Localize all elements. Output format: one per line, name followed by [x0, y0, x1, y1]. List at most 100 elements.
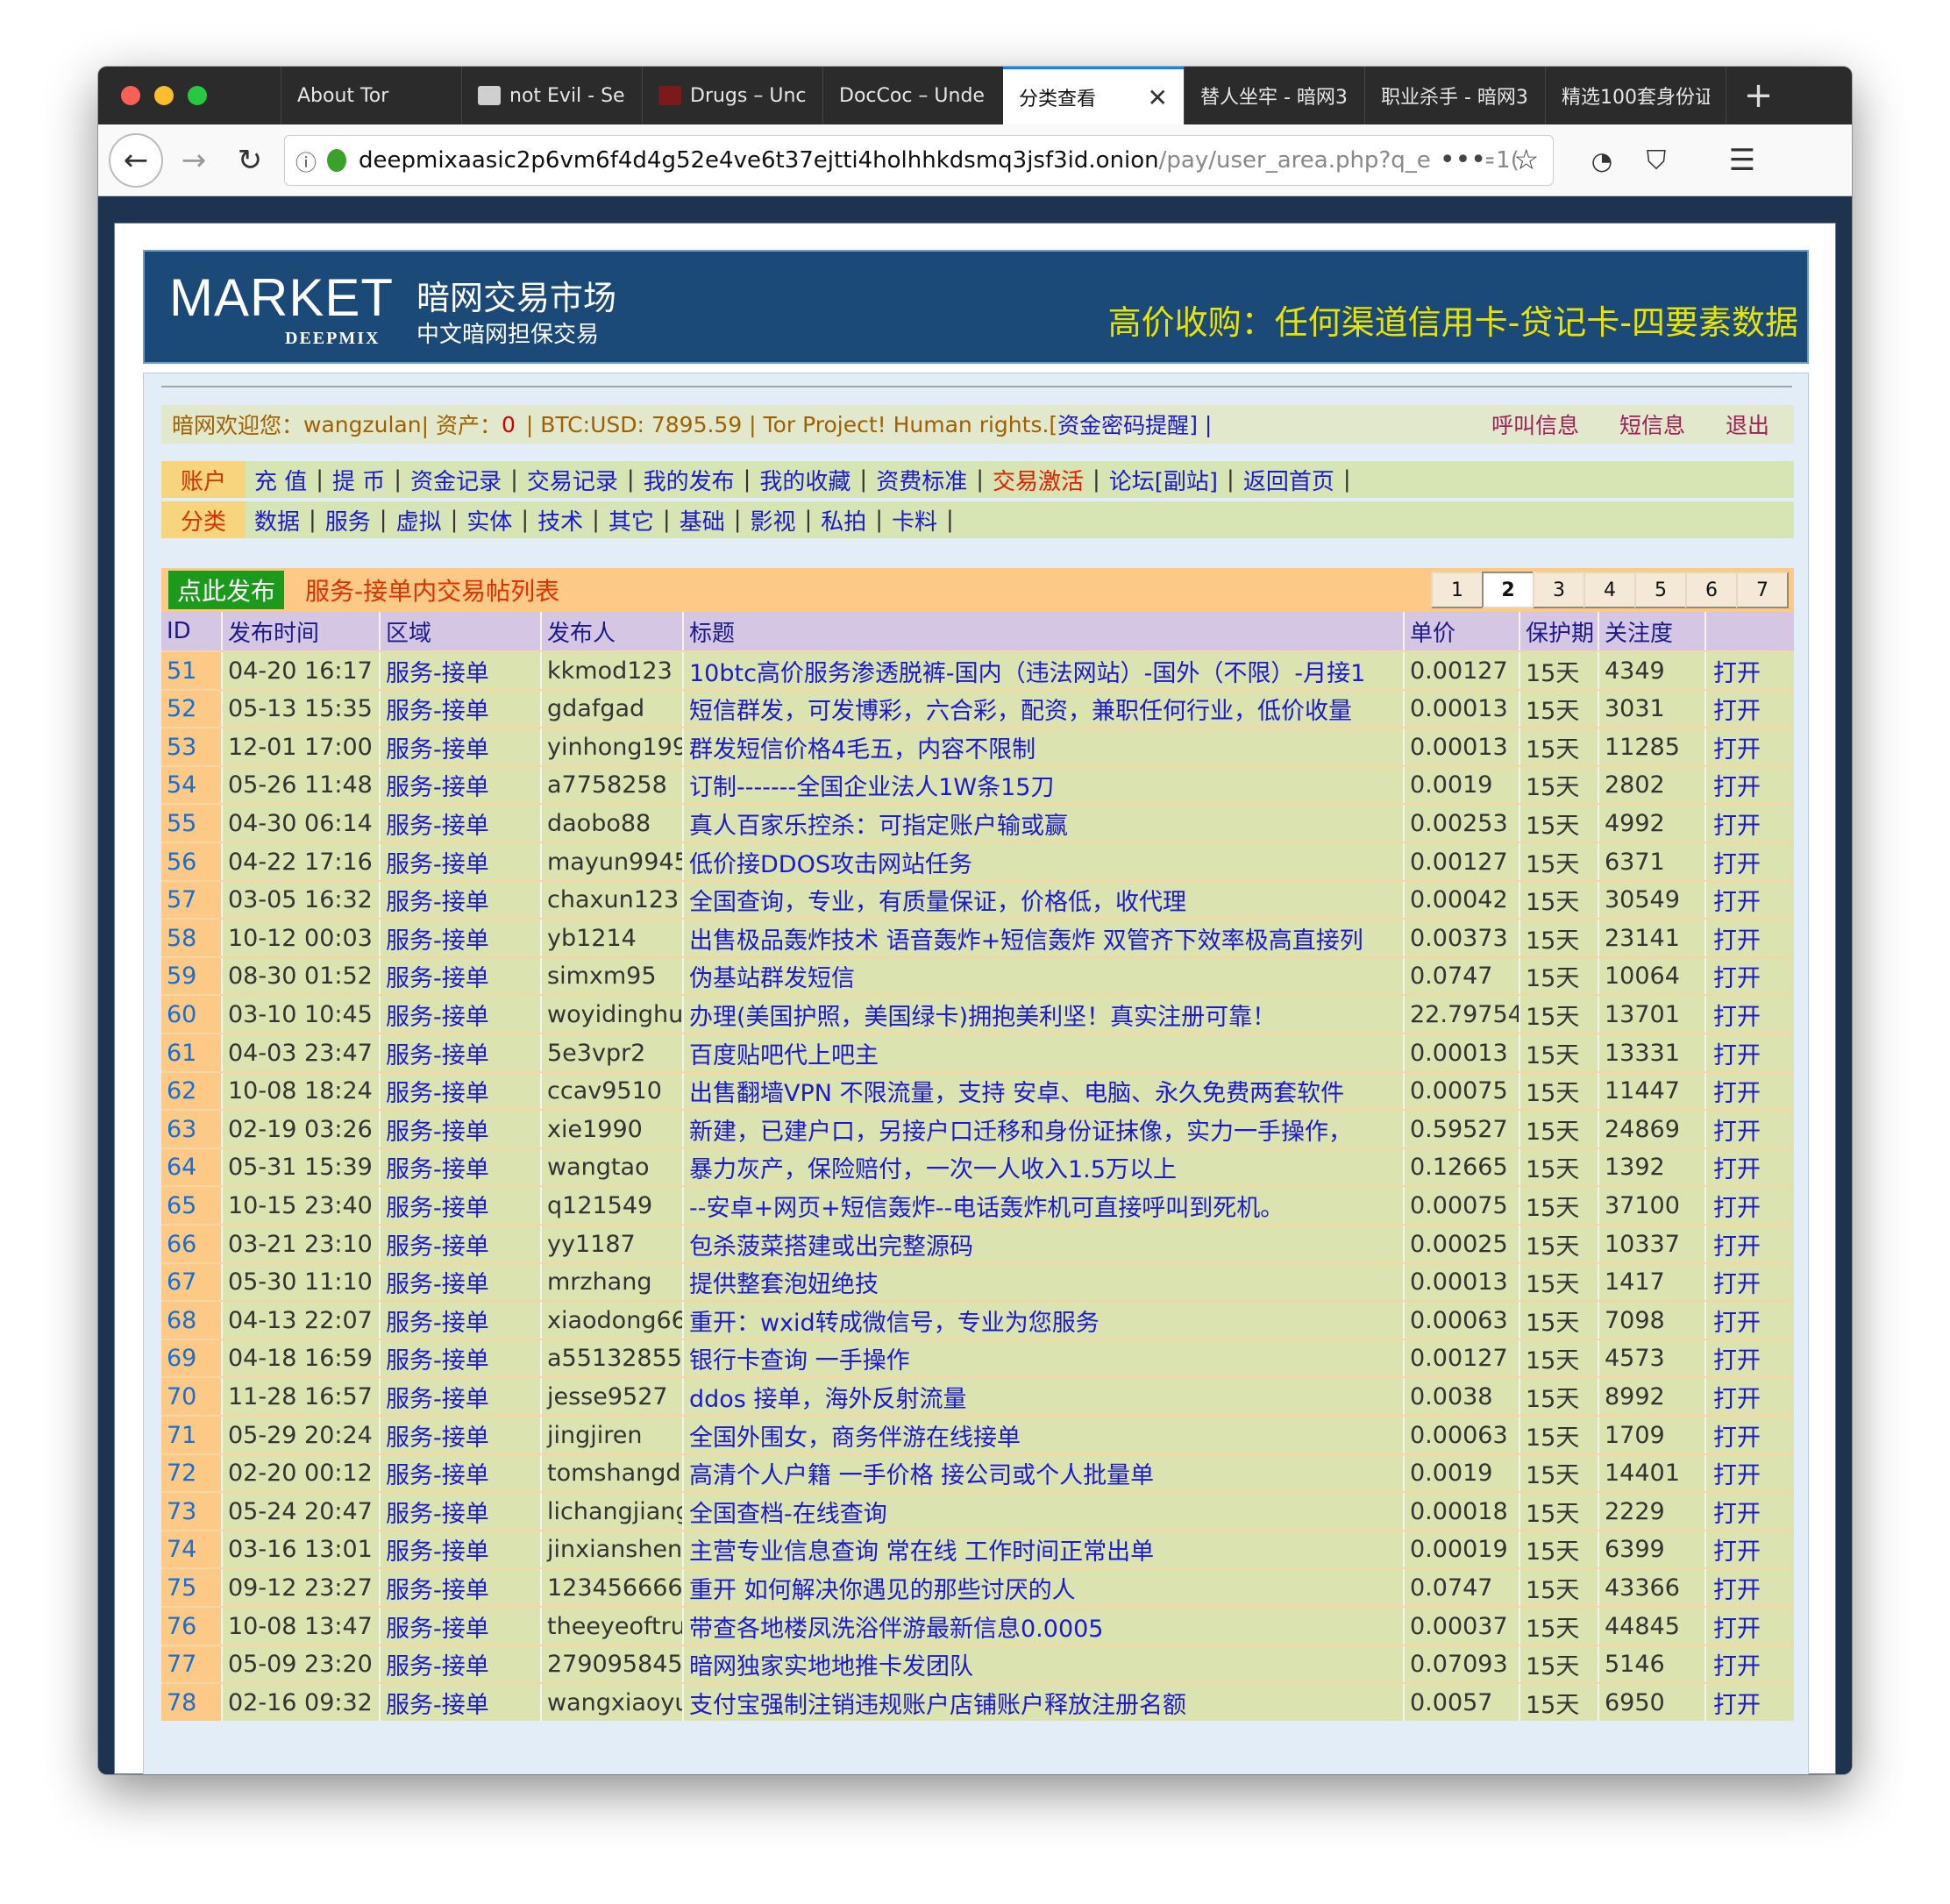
browser-tab[interactable]: 精选100套身份证	[1545, 67, 1726, 124]
post-id[interactable]: 69	[161, 1339, 223, 1377]
category-menu-item[interactable]: 基础	[671, 504, 734, 536]
post-id[interactable]: 65	[161, 1187, 223, 1225]
open-link[interactable]: 打开	[1706, 1302, 1794, 1339]
post-id[interactable]: 73	[161, 1493, 223, 1531]
open-link[interactable]: 打开	[1706, 691, 1794, 728]
post-id[interactable]: 53	[161, 728, 223, 766]
post-area[interactable]: 服务-接单	[381, 1339, 542, 1377]
post-area[interactable]: 服务-接单	[381, 1072, 542, 1110]
post-area[interactable]: 服务-接单	[381, 996, 542, 1034]
post-id[interactable]: 55	[161, 805, 223, 842]
post-id[interactable]: 71	[161, 1417, 223, 1453]
open-link[interactable]: 打开	[1706, 843, 1794, 880]
post-area[interactable]: 服务-接单	[381, 1684, 542, 1722]
post-title[interactable]: 带查各地楼凤洗浴伴游最新信息0.0005	[684, 1608, 1405, 1645]
post-area[interactable]: 服务-接单	[381, 920, 542, 957]
open-link[interactable]: 打开	[1706, 920, 1794, 956]
account-menu-item[interactable]: 我的收藏	[751, 464, 859, 496]
post-id[interactable]: 75	[161, 1569, 223, 1607]
post-title[interactable]: 暴力灰产，保险赔付，一次一人收入1.5万以上	[684, 1148, 1405, 1186]
page-button[interactable]: 2	[1482, 572, 1534, 608]
post-title[interactable]: 高清个人户籍 一手价格 接公司或个人批量单	[684, 1454, 1405, 1492]
post-area[interactable]: 服务-接单	[381, 690, 542, 728]
open-link[interactable]: 打开	[1706, 652, 1794, 689]
post-area[interactable]: 服务-接单	[381, 728, 542, 766]
post-id[interactable]: 76	[161, 1608, 223, 1645]
browser-tab[interactable]: DocCoc – Unde	[822, 67, 1003, 124]
post-title[interactable]: 伪基站群发短信	[684, 957, 1405, 995]
post-title[interactable]: 全国外围女，商务伴游在线接单	[684, 1417, 1405, 1453]
account-menu-item[interactable]: 我的发布	[635, 464, 744, 496]
open-link[interactable]: 打开	[1706, 1684, 1794, 1721]
browser-tab[interactable]: About Tor	[281, 67, 461, 124]
browser-tab[interactable]: 分类查看 ✕	[1003, 67, 1184, 124]
post-id[interactable]: 59	[161, 957, 223, 995]
post-title[interactable]: 新建，已建户口，另接户口迁移和身份证抹像，实力一手操作，	[684, 1111, 1405, 1148]
browser-tab[interactable]: Drugs – Unc	[642, 67, 822, 124]
post-title[interactable]: 订制-------全国企业法人1W条15刀	[684, 766, 1405, 804]
post-area[interactable]: 服务-接单	[381, 1378, 542, 1416]
account-menu-item[interactable]: 资金记录	[402, 464, 510, 496]
open-link[interactable]: 打开	[1706, 1608, 1794, 1645]
open-link[interactable]: 打开	[1706, 805, 1794, 842]
info-icon[interactable]: ⓘ	[295, 146, 317, 176]
open-link[interactable]: 打开	[1706, 728, 1794, 765]
category-menu-item[interactable]: 卡料	[883, 504, 946, 536]
account-menu-item[interactable]: 充 值	[246, 464, 316, 496]
open-link[interactable]: 打开	[1706, 1569, 1794, 1606]
post-button[interactable]: 点此发布	[168, 571, 285, 609]
post-id[interactable]: 72	[161, 1454, 223, 1492]
bookmark-star-icon[interactable]: ☆	[1513, 143, 1539, 176]
logout-link[interactable]: 退出	[1726, 409, 1769, 440]
post-area[interactable]: 服务-接单	[381, 766, 542, 804]
post-title[interactable]: 出售翻墙VPN 不限流量，支持 安卓、电脑、永久免费两套软件	[684, 1072, 1405, 1110]
page-button[interactable]: 4	[1583, 572, 1636, 608]
open-link[interactable]: 打开	[1706, 996, 1794, 1033]
call-info-link[interactable]: 呼叫信息	[1491, 409, 1579, 440]
account-menu-item[interactable]: 交易记录	[518, 464, 627, 496]
post-area[interactable]: 服务-接单	[381, 843, 542, 880]
post-title[interactable]: 群发短信价格4毛五，内容不限制	[684, 728, 1405, 766]
open-link[interactable]: 打开	[1706, 1531, 1794, 1568]
post-area[interactable]: 服务-接单	[381, 1148, 542, 1186]
post-title[interactable]: 百度贴吧代上吧主	[684, 1034, 1405, 1071]
back-button[interactable]: ←	[109, 133, 163, 188]
post-title[interactable]: 短信群发，可发博彩，六合彩，配资，兼职任何行业，低价收量	[684, 690, 1405, 728]
post-title[interactable]: 主营专业信息查询 常在线 工作时间正常出单	[684, 1531, 1405, 1568]
post-area[interactable]: 服务-接单	[381, 1034, 542, 1071]
post-title[interactable]: 包杀菠菜搭建或出完整源码	[684, 1226, 1405, 1262]
post-area[interactable]: 服务-接单	[381, 1569, 542, 1607]
browser-tab[interactable]: not Evil - Se	[461, 67, 642, 124]
page-button[interactable]: 3	[1533, 572, 1585, 608]
minimize-window-button[interactable]	[154, 86, 174, 105]
open-link[interactable]: 打开	[1706, 882, 1794, 919]
page-button[interactable]: 7	[1736, 572, 1789, 608]
post-id[interactable]: 68	[161, 1302, 223, 1339]
post-title[interactable]: 低价接DDOS攻击网站任务	[684, 843, 1405, 880]
open-link[interactable]: 打开	[1706, 1378, 1794, 1415]
category-menu-item[interactable]: 服务	[317, 504, 380, 536]
post-title[interactable]: 重开：wxid转成微信号，专业为您服务	[684, 1302, 1405, 1339]
post-id[interactable]: 66	[161, 1226, 223, 1262]
post-area[interactable]: 服务-接单	[381, 1417, 542, 1453]
open-link[interactable]: 打开	[1706, 1340, 1794, 1377]
category-menu-item[interactable]: 实体	[458, 504, 521, 536]
menu-icon[interactable]: ☰	[1720, 139, 1764, 182]
post-id[interactable]: 77	[161, 1645, 223, 1683]
post-area[interactable]: 服务-接单	[381, 1111, 542, 1148]
category-menu-item[interactable]: 数据	[246, 504, 309, 536]
post-title[interactable]: 重开 如何解决你遇见的那些讨厌的人	[684, 1569, 1405, 1607]
open-link[interactable]: 打开	[1706, 958, 1794, 995]
post-id[interactable]: 70	[161, 1378, 223, 1416]
shield-icon[interactable]: ⛉	[1634, 139, 1678, 182]
open-link[interactable]: 打开	[1706, 767, 1794, 804]
account-menu-item[interactable]: 论坛[副站]	[1100, 464, 1227, 496]
open-link[interactable]: 打开	[1706, 1455, 1794, 1492]
page-actions-icon[interactable]: •••	[1430, 145, 1486, 175]
post-title[interactable]: 支付宝强制注销违规账户店铺账户释放注册名额	[684, 1684, 1405, 1722]
post-area[interactable]: 服务-接单	[381, 1493, 542, 1531]
post-title[interactable]: 全国查档-在线查询	[684, 1493, 1405, 1531]
post-area[interactable]: 服务-接单	[381, 1302, 542, 1339]
post-id[interactable]: 54	[161, 766, 223, 804]
post-title[interactable]: 真人百家乐控杀：可指定账户输或赢	[684, 805, 1405, 842]
